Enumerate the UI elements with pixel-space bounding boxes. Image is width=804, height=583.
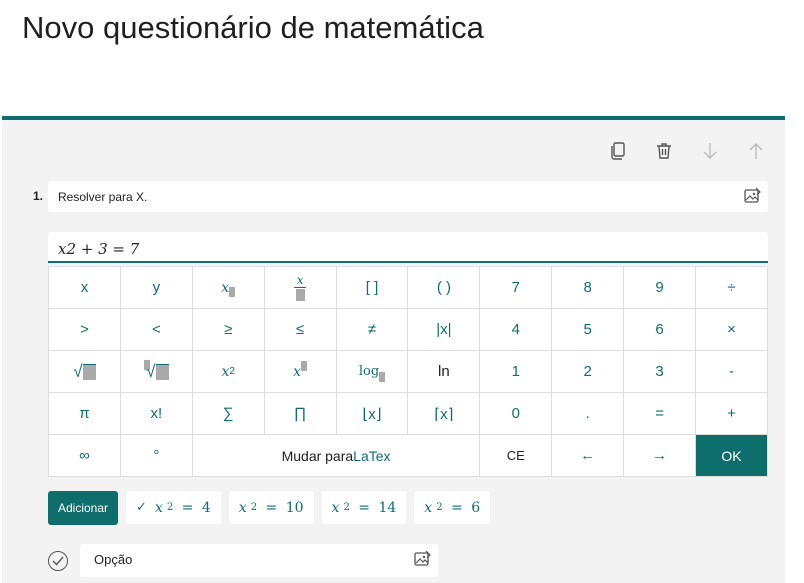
key-absolute[interactable]: |x| xyxy=(408,309,481,351)
key-greater[interactable]: > xyxy=(49,309,121,351)
answer-eq: = xyxy=(353,499,375,516)
key-fraction[interactable]: x xyxy=(264,267,337,309)
key-less-equal[interactable]: ≤ xyxy=(264,309,337,351)
key-infinity[interactable]: ∞ xyxy=(49,435,121,477)
key-sum[interactable]: ∑ xyxy=(192,393,265,435)
key-right-arrow[interactable]: → xyxy=(624,435,697,477)
arrow-down-icon[interactable] xyxy=(701,142,719,160)
answer-eq: = xyxy=(261,499,282,516)
switch-to-latex-button[interactable]: Mudar para LaTex xyxy=(192,435,481,477)
key-product[interactable]: ∏ xyxy=(264,393,337,435)
answer-var: x xyxy=(424,499,433,516)
latex-word: LaTex xyxy=(353,447,391,464)
math-keypad: x y x x [ ] ( ) 7 8 9 ÷ > < ≥ ≤ ≠ |x| 4 … xyxy=(48,266,768,477)
key-2[interactable]: 2 xyxy=(552,351,625,393)
key-6[interactable]: 6 xyxy=(624,309,697,351)
insert-image-icon[interactable] xyxy=(744,187,762,205)
answer-chips: Adicionar ✓ x2 = 4 x2 = 10 x2 = 14 x2 = … xyxy=(48,491,491,525)
question-text-field[interactable]: Resolver para X. xyxy=(48,181,768,212)
key-5[interactable]: 5 xyxy=(552,309,625,351)
key-multiply[interactable]: × xyxy=(696,309,768,351)
question-card: 1. Resolver para X. x2 + 3 = 7 x y x x [… xyxy=(2,116,785,583)
ok-button[interactable]: OK xyxy=(696,435,768,477)
arrow-up-icon[interactable] xyxy=(747,142,765,160)
key-subscript[interactable]: x xyxy=(192,267,265,309)
equation-input[interactable]: x2 + 3 = 7 xyxy=(48,232,768,263)
key-9[interactable]: 9 xyxy=(624,267,697,309)
key-greater-equal[interactable]: ≥ xyxy=(192,309,265,351)
answer-val: 10 xyxy=(285,499,304,516)
key-y[interactable]: y xyxy=(120,267,193,309)
answer-var: x xyxy=(154,499,163,516)
key-less[interactable]: < xyxy=(120,309,193,351)
question-toolbar xyxy=(609,142,765,160)
key-plus[interactable]: + xyxy=(696,393,768,435)
square-exponent: 2 xyxy=(229,366,235,377)
key-power[interactable]: x xyxy=(264,351,337,393)
key-floor[interactable]: ⌊x⌋ xyxy=(336,393,409,435)
key-degree[interactable]: ° xyxy=(120,435,193,477)
answer-val: 6 xyxy=(471,499,481,516)
answer-sub: 2 xyxy=(166,502,174,513)
answer-chip[interactable]: x2 = 14 xyxy=(321,491,407,524)
latex-prefix: Mudar para xyxy=(281,447,354,464)
copy-icon[interactable] xyxy=(609,142,627,160)
page-title: Novo questionário de matemática xyxy=(22,10,484,45)
key-nth-root[interactable]: √ xyxy=(120,351,193,393)
key-pi[interactable]: π xyxy=(49,393,121,435)
add-answer-button[interactable]: Adicionar xyxy=(48,491,119,525)
option-row: Opção xyxy=(48,544,438,577)
log-label: log xyxy=(358,364,380,379)
key-parentheses[interactable]: ( ) xyxy=(408,267,481,309)
answer-sub: 2 xyxy=(343,502,350,513)
answer-eq: = xyxy=(177,499,198,516)
key-0[interactable]: 0 xyxy=(480,393,553,435)
question-text: Resolver para X. xyxy=(58,190,148,204)
key-sqrt[interactable]: √ xyxy=(49,351,121,393)
trash-icon[interactable] xyxy=(655,142,673,160)
answer-val: 4 xyxy=(201,499,211,516)
key-1[interactable]: 1 xyxy=(480,351,553,393)
key-left-arrow[interactable]: ← xyxy=(552,435,625,477)
key-log[interactable]: log xyxy=(336,351,409,393)
option-text: Opção xyxy=(94,552,133,567)
answer-sub: 2 xyxy=(250,502,258,513)
key-equals[interactable]: = xyxy=(624,393,697,435)
answer-var: x xyxy=(331,499,340,516)
square-base: x xyxy=(221,363,230,380)
answer-val: 14 xyxy=(378,499,397,516)
correct-answer-toggle[interactable] xyxy=(48,550,68,571)
question-number: 1. xyxy=(33,189,44,203)
key-minus[interactable]: - xyxy=(696,351,768,393)
key-not-equal[interactable]: ≠ xyxy=(336,309,409,351)
key-4[interactable]: 4 xyxy=(480,309,553,351)
key-square[interactable]: x2 xyxy=(192,351,265,393)
key-x[interactable]: x xyxy=(49,267,121,309)
key-ln[interactable]: ln xyxy=(408,351,481,393)
option-field[interactable]: Opção xyxy=(80,544,438,577)
check-icon: ✓ xyxy=(136,500,147,515)
key-factorial[interactable]: x! xyxy=(120,393,193,435)
answer-var: x xyxy=(238,499,247,516)
key-clear-entry[interactable]: CE xyxy=(480,435,553,477)
equation-text: x2 + 3 = 7 xyxy=(58,240,140,258)
key-brackets[interactable]: [ ] xyxy=(336,267,409,309)
answer-eq: = xyxy=(446,499,468,516)
key-divide[interactable]: ÷ xyxy=(696,267,768,309)
key-ceiling[interactable]: ⌈x⌉ xyxy=(408,393,481,435)
answer-chip[interactable]: x2 = 6 xyxy=(414,491,491,524)
key-3[interactable]: 3 xyxy=(624,351,697,393)
answer-sub: 2 xyxy=(436,502,443,513)
key-decimal[interactable]: . xyxy=(552,393,625,435)
answer-chip[interactable]: x2 = 10 xyxy=(228,491,314,524)
check-icon xyxy=(52,556,64,566)
key-7[interactable]: 7 xyxy=(480,267,553,309)
insert-image-icon[interactable] xyxy=(414,550,432,568)
answer-chip[interactable]: ✓ x2 = 4 xyxy=(126,491,221,524)
key-8[interactable]: 8 xyxy=(552,267,625,309)
